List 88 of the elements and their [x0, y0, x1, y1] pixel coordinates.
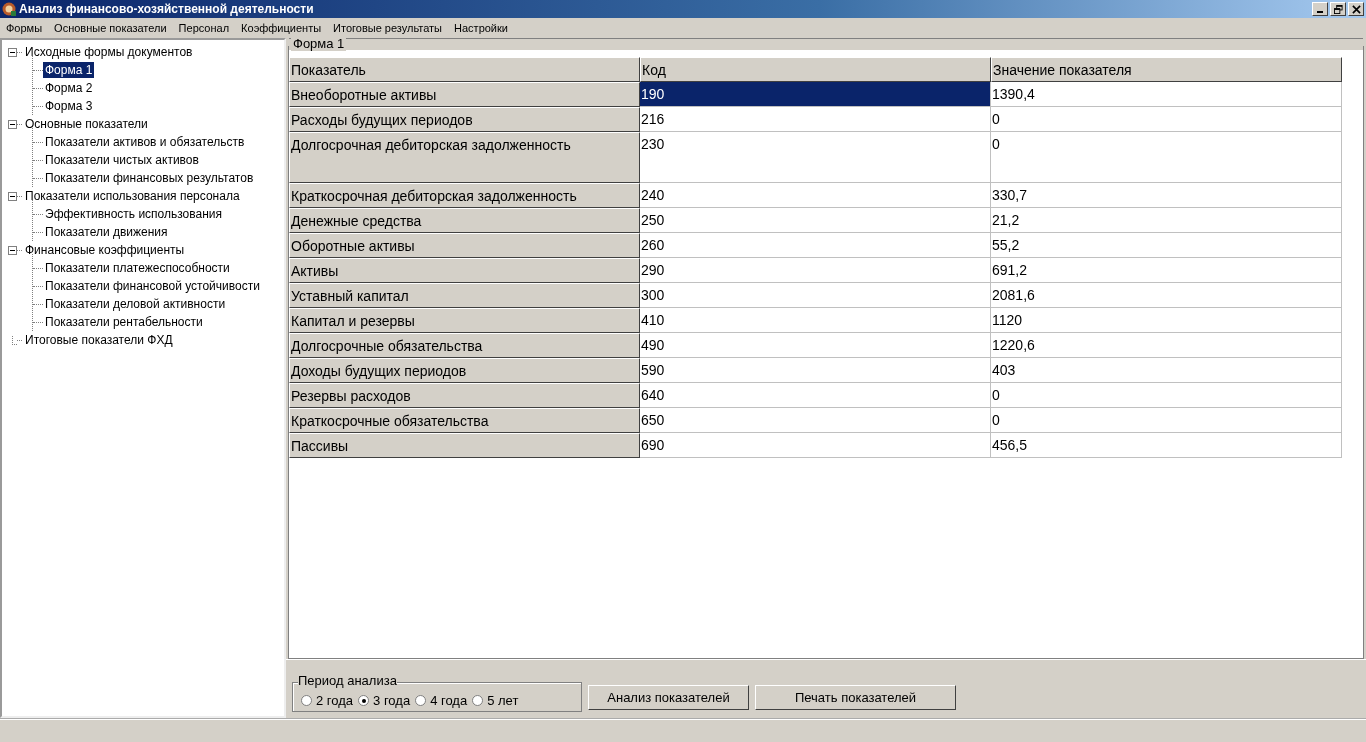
tree-item[interactable]: Форма 3: [43, 98, 95, 114]
tree-item[interactable]: Эффективность использования: [43, 206, 225, 222]
tree-item[interactable]: Показатели деловой активности: [43, 296, 228, 312]
app-icon: [2, 2, 16, 16]
tree-item[interactable]: Итоговые показатели ФХД: [23, 332, 175, 348]
radio-option[interactable]: 5 лет: [472, 693, 519, 708]
tree-item[interactable]: Показатели рентабельности: [43, 314, 205, 330]
row-header-cell: Внеоборотные активы: [289, 82, 640, 107]
tree-item[interactable]: Форма 2: [43, 80, 95, 96]
table-cell[interactable]: 300: [640, 283, 991, 308]
table-cell[interactable]: 1390,4: [991, 82, 1342, 107]
table-cell[interactable]: 290: [640, 258, 991, 283]
table-cell[interactable]: 55,2: [991, 233, 1342, 258]
minimize-icon: [1317, 11, 1323, 13]
tree-item[interactable]: Показатели чистых активов: [43, 152, 201, 168]
minimize-button[interactable]: [1312, 2, 1328, 16]
tree-item[interactable]: Основные показатели: [23, 116, 150, 132]
table-cell[interactable]: 250: [640, 208, 991, 233]
table-cell[interactable]: 403: [991, 358, 1342, 383]
row-header-cell: Долгосрочные обязательства: [289, 333, 640, 358]
table-cell[interactable]: 690: [640, 433, 991, 458]
row-header-cell: Краткосрочные обязательства: [289, 408, 640, 433]
tree-item[interactable]: Показатели платежеспособности: [43, 260, 232, 276]
close-icon: [1351, 4, 1361, 14]
table-cell[interactable]: 590: [640, 358, 991, 383]
column-header[interactable]: Значение показателя: [991, 57, 1342, 82]
column-header[interactable]: Показатель: [289, 57, 640, 82]
tree-item[interactable]: Исходные формы документов: [23, 44, 195, 60]
menu-item[interactable]: Коэффициенты: [235, 22, 328, 34]
group-title: Форма 1: [291, 37, 347, 51]
tree-item[interactable]: Форма 1: [43, 62, 95, 78]
table-cell[interactable]: 230: [640, 132, 991, 183]
row-header-cell: Расходы будущих периодов: [289, 107, 640, 132]
analyze-button[interactable]: Анализ показателей: [588, 685, 749, 710]
table-cell[interactable]: 0: [991, 107, 1342, 132]
table-cell[interactable]: 456,5: [991, 433, 1342, 458]
tree-item[interactable]: Показатели финансовой устойчивости: [43, 278, 262, 294]
table-cell[interactable]: 0: [991, 132, 1342, 183]
collapse-icon[interactable]: [8, 191, 17, 201]
close-button[interactable]: [1348, 2, 1364, 16]
restore-icon: [1333, 4, 1343, 14]
collapse-icon[interactable]: [8, 119, 17, 129]
collapse-icon[interactable]: [8, 245, 17, 255]
table-cell[interactable]: 260: [640, 233, 991, 258]
column-header[interactable]: Код: [640, 57, 991, 82]
group-title: Период анализа: [298, 674, 397, 688]
tree-item[interactable]: Показатели движения: [43, 224, 170, 240]
window-title: Анализ финансово-хозяйственной деятельности: [19, 2, 315, 16]
table-cell[interactable]: 1120: [991, 308, 1342, 333]
radio-option[interactable]: 3 года: [358, 693, 411, 708]
table-cell[interactable]: 330,7: [991, 183, 1342, 208]
menu-item[interactable]: Формы: [0, 22, 49, 34]
table-cell[interactable]: 691,2: [991, 258, 1342, 283]
menu-item[interactable]: Настройки: [448, 22, 514, 34]
radio-option[interactable]: 4 года: [415, 693, 468, 708]
table-cell[interactable]: 21,2: [991, 208, 1342, 233]
table-cell[interactable]: 240: [640, 183, 991, 208]
row-header-cell: Активы: [289, 258, 640, 283]
row-header-cell: Оборотные активы: [289, 233, 640, 258]
table-cell[interactable]: 410: [640, 308, 991, 333]
print-button[interactable]: Печать показателей: [755, 685, 956, 710]
tree-item[interactable]: Показатели использования персонала: [23, 188, 242, 204]
row-header-cell: Денежные средства: [289, 208, 640, 233]
tree-item[interactable]: Показатели активов и обязательств: [43, 134, 247, 150]
collapse-icon[interactable]: [8, 47, 17, 57]
table-cell[interactable]: 1220,6: [991, 333, 1342, 358]
tree-item[interactable]: Показатели финансовых результатов: [43, 170, 256, 186]
table-cell[interactable]: 0: [991, 408, 1342, 433]
table-cell[interactable]: 216: [640, 107, 991, 132]
row-header-cell: Краткосрочная дебиторская задолженность: [289, 183, 640, 208]
table-cell[interactable]: 490: [640, 333, 991, 358]
table-cell[interactable]: 640: [640, 383, 991, 408]
restore-button[interactable]: [1330, 2, 1346, 16]
table-cell[interactable]: 650: [640, 408, 991, 433]
menu-item[interactable]: Итоговые результаты: [327, 22, 449, 34]
table-cell[interactable]: 190: [640, 82, 991, 107]
row-header-cell: Уставный капитал: [289, 283, 640, 308]
row-header-cell: Пассивы: [289, 433, 640, 458]
table-cell[interactable]: 2081,6: [991, 283, 1342, 308]
row-header-cell: Доходы будущих периодов: [289, 358, 640, 383]
row-header-cell: Резервы расходов: [289, 383, 640, 408]
row-header-cell: Капитал и резервы: [289, 308, 640, 333]
table-cell[interactable]: 0: [991, 383, 1342, 408]
radio-option[interactable]: 2 года: [301, 693, 354, 708]
row-header-cell: Долгосрочная дебиторская задолженность: [289, 132, 640, 183]
tree-item[interactable]: Финансовые коэффициенты: [23, 242, 187, 258]
menu-item[interactable]: Персонал: [172, 22, 236, 34]
menu-item[interactable]: Основные показатели: [48, 22, 173, 34]
